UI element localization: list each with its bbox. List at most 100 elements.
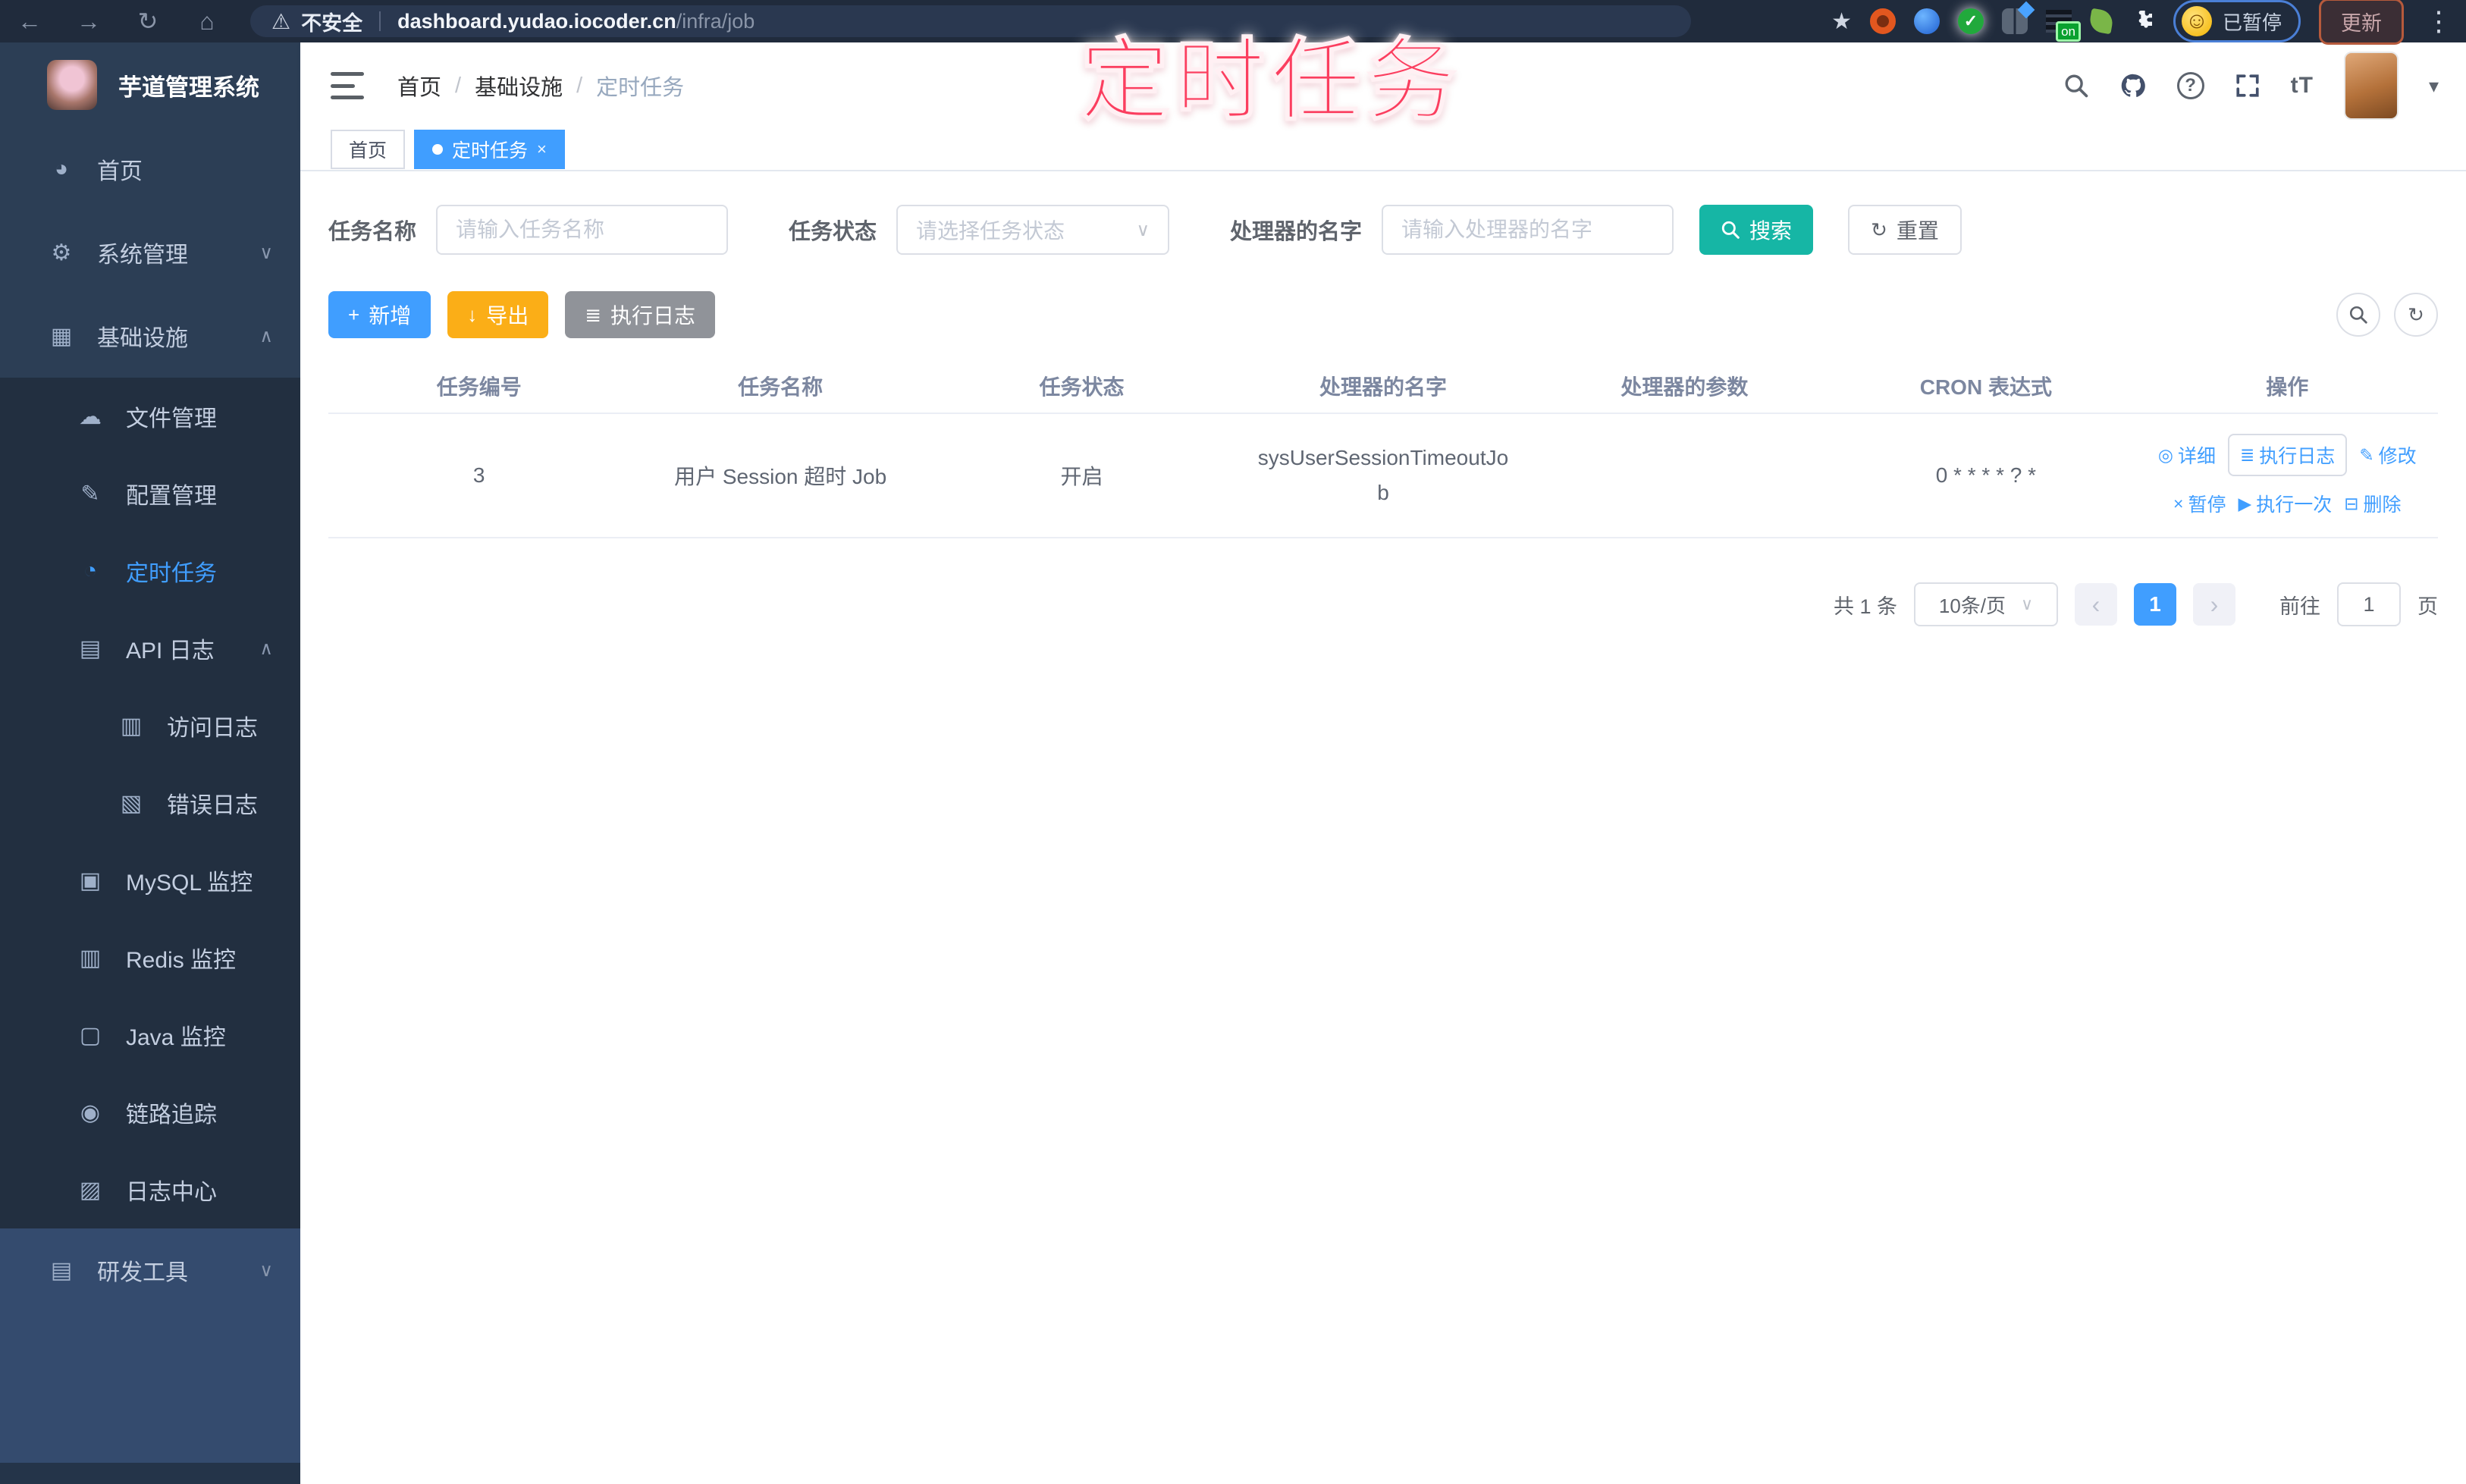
page-size-select[interactable]: 10条/页 ∨ — [1914, 582, 2058, 626]
sidebar-item-redis-monitor[interactable]: ▥ Redis 监控 — [0, 919, 300, 996]
edit-link[interactable]: ✎ 修改 — [2359, 441, 2416, 469]
sidebar-item-label: API 日志 — [126, 638, 215, 664]
export-button-label: 导出 — [486, 304, 529, 328]
sidebar-item-trace[interactable]: ◉ 链路追踪 — [0, 1074, 300, 1151]
download-icon: ↓ — [467, 303, 478, 326]
sidebar-item-log-center[interactable]: ▨ 日志中心 — [0, 1151, 300, 1228]
github-icon[interactable] — [2119, 72, 2147, 99]
sidebar-item-java-monitor[interactable]: ▢ Java 监控 — [0, 996, 300, 1074]
browser-menu-icon[interactable]: ⋮ — [2425, 5, 2452, 37]
chevron-down-icon: ∨ — [1136, 219, 1150, 240]
monitor-icon: ▢ — [79, 1022, 102, 1048]
goto-page-input[interactable] — [2337, 582, 2401, 626]
detail-link[interactable]: ◎ 详细 — [2158, 441, 2216, 469]
app-logo-row[interactable]: 芋道管理系统 — [0, 42, 300, 127]
breadcrumb-infrastructure[interactable]: 基础设施 — [475, 70, 563, 102]
breadcrumb-separator: / — [455, 73, 462, 98]
sidebar-item-dev-tools[interactable]: ▤ 研发工具 ∨ — [0, 1228, 300, 1312]
not-secure-label[interactable]: 不安全 — [301, 7, 362, 36]
cell-cron: 0 * * * * ? * — [1935, 463, 2036, 487]
back-icon[interactable]: ← — [0, 8, 59, 36]
cell-task-status: 开启 — [1060, 465, 1103, 488]
extension-list-icon[interactable]: on — [2045, 10, 2081, 42]
row-execution-log-link[interactable]: ≣ 执行日志 — [2228, 434, 2348, 476]
eye-icon: ◎ — [2157, 444, 2173, 465]
next-page-button[interactable]: › — [2193, 583, 2235, 626]
sidebar-item-api-logs[interactable]: ▤ API 日志 ∧ — [0, 610, 300, 687]
search-icon[interactable] — [2063, 73, 2089, 99]
dashboard-icon: ◕ — [54, 156, 69, 181]
prev-page-button[interactable]: ‹ — [2075, 583, 2117, 626]
sidebar-item-scheduled-tasks[interactable]: ◔ 定时任务 — [0, 532, 300, 610]
sidebar-item-label: 访问日志 — [167, 716, 258, 741]
sidebar-item-system-management[interactable]: ⚙ 系统管理 ∨ — [0, 211, 300, 294]
toggle-search-button[interactable] — [2336, 293, 2380, 337]
font-size-icon[interactable]: tT — [2291, 73, 2314, 99]
chevron-down-icon: ∨ — [259, 242, 273, 263]
tab-scheduled-tasks[interactable]: 定时任务 × — [414, 130, 565, 169]
task-status-select[interactable]: 请选择任务状态 ∨ — [896, 205, 1170, 255]
profile-paused-pill[interactable]: ☺ 已暂停 — [2173, 0, 2301, 42]
search-button[interactable]: 搜索 — [1699, 205, 1814, 255]
help-icon[interactable]: ? — [2176, 72, 2204, 99]
chevron-up-icon: ∧ — [259, 325, 273, 347]
gear-icon: ⚙ — [51, 240, 72, 265]
tab-home[interactable]: 首页 — [331, 130, 406, 169]
close-icon[interactable]: × — [537, 140, 547, 159]
extension-green-check-icon[interactable]: ✓ — [1957, 8, 1984, 34]
sidebar-item-mysql-monitor[interactable]: ▣ MySQL 监控 — [0, 842, 300, 919]
url-host: dashboard.yudao.iocoder.cn — [397, 9, 676, 33]
infrastructure-submenu: ☁ 文件管理 ✎ 配置管理 ◔ 定时任务 ▤ API 日志 ∧ ▥ 访问日志 ▧… — [0, 378, 300, 1228]
extension-blue-icon[interactable] — [1913, 8, 1940, 34]
sidebar-item-label: 日志中心 — [126, 1180, 217, 1205]
page-content: 任务名称 任务状态 请选择任务状态 ∨ 处理器的名字 搜索 ↻ 重置 + 新增 … — [300, 173, 2466, 1484]
sidebar-item-label: Redis 监控 — [126, 948, 237, 973]
forward-icon[interactable]: → — [59, 8, 118, 36]
col-task-id: 任务编号 — [436, 375, 522, 399]
refresh-table-button[interactable]: ↻ — [2394, 293, 2438, 337]
sidebar-item-label: 基础设施 — [97, 326, 188, 351]
breadcrumb-current: 定时任务 — [596, 76, 685, 100]
goto-label: 前往 — [2279, 595, 2320, 618]
bookmark-star-icon[interactable]: ★ — [1831, 8, 1852, 35]
extensions-puzzle-icon[interactable] — [2131, 8, 2155, 36]
col-handler-name: 处理器的名字 — [1319, 375, 1447, 399]
task-name-input[interactable] — [436, 205, 729, 255]
sidebar-item-label: 首页 — [97, 159, 143, 184]
fullscreen-icon[interactable] — [2235, 73, 2260, 99]
sidebar-item-access-logs[interactable]: ▥ 访问日志 — [0, 687, 300, 764]
add-button[interactable]: + 新增 — [328, 291, 431, 338]
address-bar[interactable]: ⚠ 不安全 dashboard.yudao.iocoder.cn /infra/… — [250, 5, 1691, 37]
pause-link[interactable]: × 暂停 — [2173, 490, 2226, 517]
page-1-button[interactable]: 1 — [2134, 583, 2176, 626]
collapse-sidebar-icon[interactable] — [331, 72, 364, 99]
table-row: 3 用户 Session 超时 Job 开启 sysUserSessionTim… — [328, 414, 2438, 538]
extension-orange-icon[interactable] — [1869, 8, 1896, 34]
breadcrumb-home[interactable]: 首页 — [397, 70, 441, 102]
avatar[interactable] — [2343, 52, 2399, 120]
sidebar-item-home[interactable]: ◕ 首页 — [0, 127, 300, 211]
handler-name-input[interactable] — [1382, 205, 1674, 255]
reload-icon[interactable]: ↻ — [118, 7, 177, 36]
cell-actions: ◎ 详细 ≣ 执行日志 ✎ 修改 × 暂停 ▶ 执行一次 ⊟ 删除 — [2137, 434, 2438, 517]
extension-leaf-icon[interactable] — [2088, 8, 2115, 35]
execution-log-button[interactable]: ≣ 执行日志 — [565, 291, 716, 338]
sidebar-item-label: MySQL 监控 — [126, 871, 253, 896]
chevron-down-icon[interactable]: ▾ — [2429, 74, 2439, 98]
run-once-link[interactable]: ▶ 执行一次 — [2238, 490, 2332, 517]
sidebar-item-file-management[interactable]: ☁ 文件管理 — [0, 378, 300, 455]
sidebar-item-infrastructure[interactable]: ▦ 基础设施 ∧ — [0, 294, 300, 378]
delete-link[interactable]: ⊟ 删除 — [2344, 490, 2401, 517]
update-button[interactable]: 更新 — [2319, 0, 2404, 45]
list-icon: ≣ — [2240, 444, 2255, 465]
sidebar-item-label: 错误日志 — [167, 793, 258, 818]
sidebar-item-config-management[interactable]: ✎ 配置管理 — [0, 455, 300, 532]
reset-button-label: 重置 — [1896, 219, 1939, 243]
reset-button[interactable]: ↻ 重置 — [1848, 205, 1962, 255]
trash-icon: ⊟ — [2344, 493, 2359, 513]
sidebar-item-error-logs[interactable]: ▧ 错误日志 — [0, 764, 300, 842]
timer-icon: ◔ — [83, 558, 98, 583]
export-button[interactable]: ↓ 导出 — [447, 291, 549, 338]
extension-grid-icon[interactable] — [2001, 8, 2028, 34]
home-icon[interactable]: ⌂ — [177, 8, 237, 36]
